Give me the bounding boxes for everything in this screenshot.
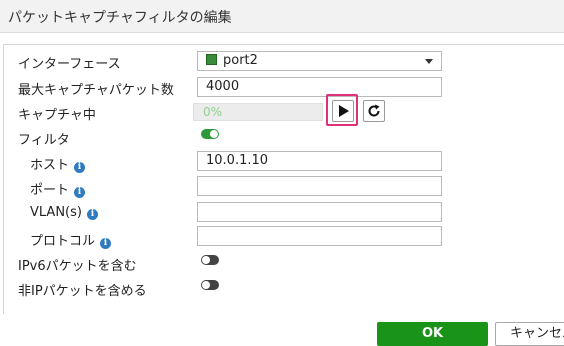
progress-percent: 0%: [203, 105, 223, 119]
vlan-input[interactable]: [197, 202, 442, 222]
port-label-row: ポート i: [30, 179, 86, 198]
max-packets-label: 最大キャプチャパケット数: [18, 83, 174, 98]
vlan-label-row: VLAN(s) i: [30, 205, 98, 220]
protocol-input[interactable]: [197, 226, 442, 246]
refresh-button[interactable]: [363, 100, 385, 122]
filter-label: フィルタ: [18, 133, 70, 148]
toggle-knob: [202, 281, 210, 289]
info-icon: i: [100, 238, 112, 249]
chevron-down-icon: [425, 59, 433, 64]
host-label: ホスト: [30, 158, 70, 173]
play-icon: [339, 105, 349, 117]
interface-label: インターフェース: [18, 57, 121, 72]
info-icon: i: [86, 209, 98, 220]
info-icon: i: [74, 162, 86, 173]
ok-button[interactable]: OK: [377, 322, 488, 346]
port-label: ポート: [30, 183, 70, 198]
capturing-label: キャプチャ中: [18, 108, 96, 123]
max-packets-input[interactable]: 4000: [197, 77, 442, 97]
dialog-title: パケットキャプチャフィルタの編集: [8, 10, 232, 26]
dialog-footer: OK キャンセル: [0, 314, 564, 346]
host-input[interactable]: 10.0.1.10: [197, 151, 442, 171]
protocol-label: プロトコル: [30, 234, 96, 249]
port-icon: [206, 54, 217, 65]
dialog-titlebar: パケットキャプチャフィルタの編集: [0, 0, 564, 33]
toggle-knob: [210, 130, 218, 138]
interface-select[interactable]: port2: [197, 51, 442, 71]
toggle-knob: [202, 256, 210, 264]
non-ip-toggle[interactable]: [201, 280, 219, 290]
filter-toggle[interactable]: [201, 129, 219, 139]
port-input[interactable]: [197, 176, 442, 196]
info-icon: i: [74, 187, 86, 198]
ipv6-label: IPv6パケットを含む: [18, 259, 137, 274]
ipv6-toggle[interactable]: [201, 255, 219, 265]
capture-filter-panel: インターフェース port2 最大キャプチャパケット数 4000 キャプチャ中 …: [3, 44, 564, 316]
capture-progress-bar: 0%: [193, 103, 323, 121]
non-ip-label: 非IPパケットを含める: [18, 284, 147, 299]
host-label-row: ホスト i: [30, 154, 86, 173]
vlan-label: VLAN(s): [30, 205, 82, 220]
refresh-icon: [368, 104, 380, 117]
interface-value: port2: [223, 53, 258, 68]
cancel-button[interactable]: キャンセル: [495, 322, 564, 346]
protocol-label-row: プロトコル i: [30, 230, 112, 249]
start-capture-button[interactable]: [332, 100, 354, 122]
